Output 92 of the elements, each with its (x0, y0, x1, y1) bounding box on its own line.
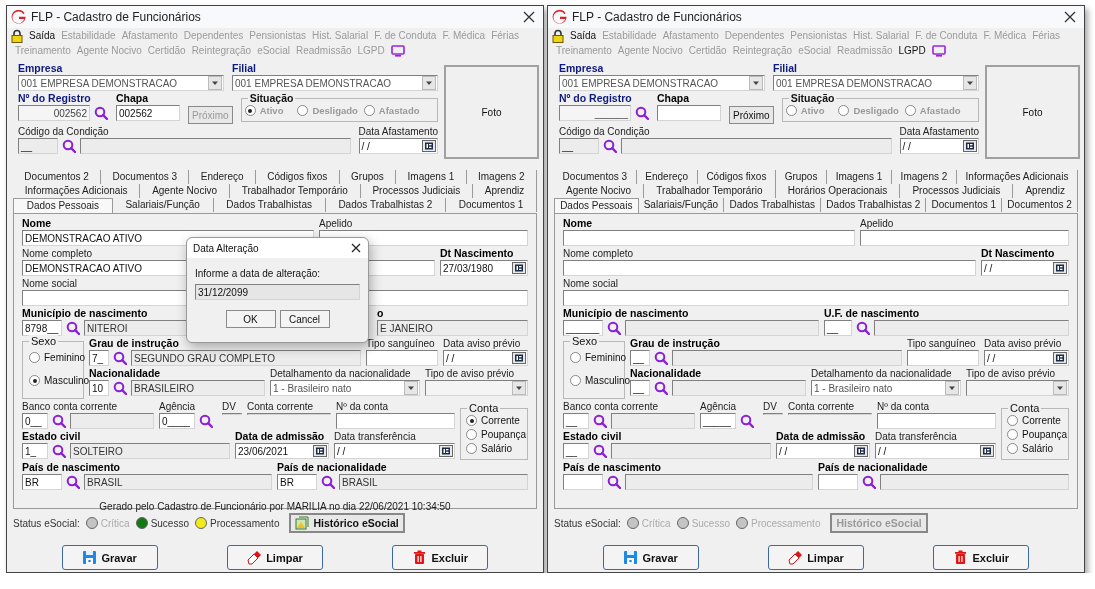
group-label: Situação (788, 92, 837, 104)
field-label: Data de admissão (776, 430, 866, 443)
field-label: Nome (22, 217, 52, 230)
field-label: Nome completo (563, 247, 634, 260)
field-label: Data aviso prévio (443, 337, 521, 350)
field-label: Detalhamento da nacionalidade (270, 367, 411, 380)
field-label: Data Afastamento (899, 125, 979, 138)
field-label: Banco conta corrente (563, 400, 659, 413)
option-label: Ativo (259, 105, 284, 116)
option-label: Corrente (481, 415, 520, 426)
option-label: Afastado (378, 105, 420, 116)
field-label: Chapa (116, 92, 149, 105)
field-label: Empresa (559, 62, 604, 75)
window-title: FLP - Cadastro de Funcionários (31, 10, 202, 24)
field-label: Dt Nascimento (440, 247, 514, 260)
field-label: Agência (159, 400, 196, 413)
status-label: Crítica (100, 517, 130, 529)
field-label: Estado civil (563, 430, 622, 443)
field-label: DV (763, 400, 777, 413)
field-label: U.F. de nascimento (824, 307, 920, 320)
field-label: Tipo de aviso prévio (425, 367, 515, 380)
option-label: Poupança (481, 429, 527, 440)
window-title: FLP - Cadastro de Funcionários (572, 10, 743, 24)
field-label: Data Afastamento (358, 125, 438, 138)
field-label: Data de admissão (235, 430, 325, 443)
field-label: Tipo de aviso prévio (966, 367, 1056, 380)
field-label: Chapa (657, 92, 690, 105)
field-label: País de nacionalidade (277, 461, 387, 474)
option-label: Salário (481, 443, 513, 454)
field-label: Filial (232, 62, 256, 75)
field-label: Município de nascimento (563, 307, 689, 320)
field-label: Apelido (860, 217, 894, 230)
field-label: Nome (563, 217, 593, 230)
group-label: Sexo (29, 335, 59, 347)
group-label: Situação (247, 92, 296, 104)
option-label: Poupança (1022, 429, 1068, 440)
field-label: Empresa (18, 62, 63, 75)
status-label: Crítica (641, 517, 671, 529)
status-label: Sucesso (150, 517, 189, 529)
field-label: Data aviso prévio (984, 337, 1062, 350)
option-label: Salário (1022, 443, 1054, 454)
field-label: Nº da conta (877, 400, 930, 413)
field-label: País de nacionalidade (818, 461, 928, 474)
group-label: Sexo (570, 335, 600, 347)
option-label: Masculino (585, 375, 631, 386)
field-label: Grau de instrução (630, 337, 720, 350)
field-label: Banco conta corrente (22, 400, 118, 413)
option-label: Feminino (44, 352, 86, 363)
status-label: Processamento (751, 517, 821, 529)
field-label: Filial (773, 62, 797, 75)
field-label: Conta corrente (788, 400, 855, 413)
group-label: Conta (1008, 402, 1042, 414)
field-label: Apelido (319, 217, 353, 230)
field-label: País de nascimento (22, 461, 121, 474)
field-label: Nº do Registro (559, 92, 632, 105)
field-label: Detalhamento da nacionalidade (811, 367, 952, 380)
field-label: Município de nascimento (22, 307, 148, 320)
field-label: Tipo sanguíneo (366, 337, 435, 350)
field-label: Nacionalidade (89, 367, 161, 379)
field-label: Dt Nascimento (981, 247, 1055, 260)
status-label: Status eSocial: (554, 517, 621, 529)
dialog-prompt: Informe a data de alteração: (195, 268, 322, 279)
field-label: Conta corrente (247, 400, 314, 413)
field-label: Estado civil (22, 430, 81, 443)
option-label: Desligado (312, 105, 358, 116)
field-label: Grau de instrução (89, 337, 179, 350)
field-label: Código da Condição (559, 125, 650, 138)
field-label: DV (222, 400, 236, 413)
status-label: Status eSocial: (13, 517, 80, 529)
field-label: Data transferência (334, 430, 416, 443)
option-label: Desligado (853, 105, 899, 116)
field-label: Nome social (22, 277, 78, 290)
option-label: Masculino (44, 375, 90, 386)
option-label: Corrente (1022, 415, 1061, 426)
field-label: Nome completo (22, 247, 93, 260)
record-note: Gerado pelo Cadastro de Funcionário por MARILIA no dia 22/06/2021 10:34:50 (98, 501, 452, 512)
field-label: Data transferência (875, 430, 957, 443)
option-label: Feminino (585, 352, 627, 363)
field-label: o (377, 307, 384, 320)
field-label: Código da Condição (18, 125, 109, 138)
field-label: Nome social (563, 277, 619, 290)
option-label: Ativo (800, 105, 825, 116)
status-label: Processamento (210, 517, 280, 529)
field-label: Agência (700, 400, 737, 413)
field-label: Nacionalidade (630, 367, 702, 379)
field-label: Tipo sanguíneo (907, 337, 976, 350)
field-label: Nº da conta (336, 400, 389, 413)
option-label: Afastado (919, 105, 961, 116)
group-label: Conta (467, 402, 501, 414)
field-label: País de nascimento (563, 461, 662, 474)
status-label: Sucesso (691, 517, 730, 529)
field-label: Nº do Registro (18, 92, 91, 105)
